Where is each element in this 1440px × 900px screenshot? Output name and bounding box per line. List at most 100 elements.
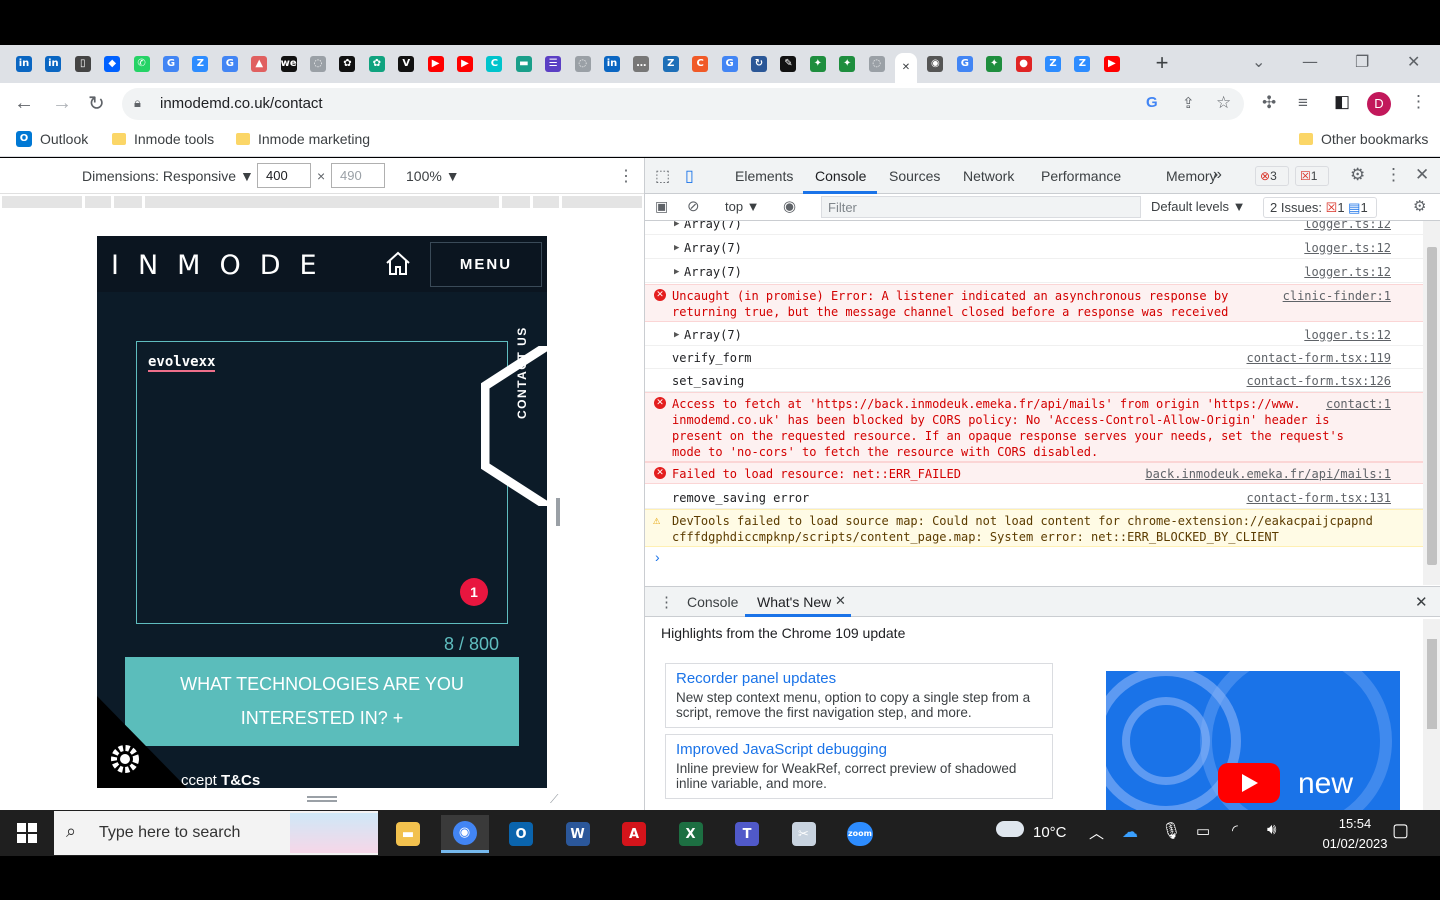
console-filter-input[interactable]: Filter [821, 196, 1141, 218]
log-levels-dropdown[interactable]: Default levels ▼ [1151, 199, 1246, 214]
whats-new-video-thumbnail[interactable]: new [1106, 671, 1400, 811]
browser-tab[interactable]: ◌ [307, 53, 329, 75]
console-log-row[interactable]: ▶ Array(7) logger.ts:12 [645, 221, 1423, 235]
browser-tab[interactable]: ✎ [777, 53, 799, 75]
browser-tab[interactable]: ✿ [336, 53, 358, 75]
browser-tab[interactable]: in [42, 53, 64, 75]
source-link[interactable]: contact:1 [1326, 396, 1391, 412]
browser-tab[interactable]: ◌ [572, 53, 594, 75]
browser-tab[interactable]: ↻ [748, 53, 770, 75]
weather-temp[interactable]: 10°C [1033, 824, 1067, 841]
browser-tab[interactable]: V [395, 53, 417, 75]
media-query-segment[interactable] [85, 196, 111, 208]
media-query-segment[interactable] [145, 196, 499, 208]
browser-tab[interactable]: ◉ [924, 53, 946, 75]
youtube-play-icon[interactable] [1218, 763, 1280, 803]
browser-tab[interactable]: … [630, 53, 652, 75]
profile-avatar[interactable]: D [1367, 92, 1391, 116]
browser-tab[interactable]: Z [660, 53, 682, 75]
expand-triangle-icon[interactable]: ▶ [674, 330, 679, 340]
console-log-row[interactable]: set_saving contact-form.tsx:126 [645, 370, 1423, 392]
source-link[interactable]: logger.ts:12 [1304, 240, 1391, 256]
battery-icon[interactable]: ▭ [1196, 822, 1210, 840]
console-warning-row[interactable]: ⚠ DevTools failed to load source map: Cou… [645, 509, 1423, 547]
browser-tab[interactable]: C [689, 53, 711, 75]
source-link[interactable]: logger.ts:12 [1304, 264, 1391, 280]
restore-button[interactable]: ❐ [1355, 52, 1369, 71]
back-icon[interactable]: ← [14, 92, 34, 115]
share-icon[interactable]: ⇪ [1182, 94, 1195, 112]
console-scrollbar[interactable] [1423, 221, 1440, 585]
close-window-button[interactable]: ✕ [1407, 52, 1420, 71]
cookie-settings-button[interactable] [97, 696, 187, 788]
whats-new-card[interactable]: Recorder panel updates New step context … [665, 663, 1053, 728]
console-prompt[interactable]: › [655, 549, 660, 565]
onedrive-icon[interactable]: ☁ [1122, 822, 1138, 842]
taskbar-clock[interactable]: 15:54 01/02/2023 [1320, 814, 1390, 854]
close-whats-new-icon[interactable]: ✕ [835, 593, 846, 609]
notification-badge[interactable]: 1 [460, 578, 488, 606]
browser-tab[interactable]: G [719, 53, 741, 75]
browser-tab[interactable]: ◌ [866, 53, 888, 75]
active-tab-close[interactable]: ✕ [895, 53, 917, 83]
taskbar-app[interactable]: zoom [836, 815, 884, 853]
taskbar-app[interactable]: ◉ [440, 815, 489, 853]
bookmark-folder-inmode-marketing[interactable]: Inmode marketing [236, 131, 370, 147]
source-link[interactable]: contact-form.tsx:126 [1247, 373, 1392, 389]
close-devtools-icon[interactable]: ✕ [1415, 165, 1429, 185]
taskbar-app[interactable]: O [497, 815, 545, 853]
browser-tab[interactable]: ▶ [454, 53, 476, 75]
windows-start-icon[interactable] [17, 823, 37, 843]
browser-tab[interactable]: ☰ [542, 53, 564, 75]
console-log-row[interactable]: verify_form contact-form.tsx:119 [645, 347, 1423, 369]
tab-network[interactable]: Network [963, 168, 1014, 184]
minimize-button[interactable]: — [1302, 52, 1318, 71]
volume-icon[interactable]: 🔊︎ [1267, 821, 1276, 838]
home-icon[interactable] [384, 249, 412, 277]
taskbar-app[interactable]: W [554, 815, 602, 853]
source-link[interactable]: logger.ts:12 [1304, 327, 1391, 343]
chrome-menu-icon[interactable]: ⋮ [1410, 92, 1427, 112]
browser-tab[interactable]: we [278, 53, 300, 75]
browser-tab[interactable]: Z [189, 53, 211, 75]
notifications-icon[interactable]: ▢ [1392, 820, 1409, 841]
dimensions-dropdown[interactable]: Dimensions: Responsive ▼ [82, 168, 254, 184]
reading-list-icon[interactable]: ≡ [1298, 93, 1308, 113]
bookmark-folder-inmode-tools[interactable]: Inmode tools [112, 131, 214, 147]
expand-triangle-icon[interactable]: ▶ [674, 243, 679, 253]
media-query-segment[interactable] [562, 196, 642, 208]
terms-link[interactable]: T&Cs [221, 772, 260, 788]
side-panel-icon[interactable]: ◧ [1334, 92, 1350, 112]
extensions-icon[interactable]: ✣ [1262, 93, 1276, 113]
resize-handle-bottom[interactable] [307, 796, 337, 802]
resize-handle-right[interactable] [556, 498, 560, 526]
browser-tab[interactable]: ▬ [513, 53, 535, 75]
clear-console-icon[interactable]: ⊘ [687, 197, 700, 215]
browser-tab[interactable]: ▶ [1101, 53, 1123, 75]
taskbar-app[interactable]: A [610, 815, 658, 853]
resize-corner-icon[interactable]: ⟋ [550, 792, 558, 807]
browser-tab[interactable]: ▶ [425, 53, 447, 75]
microphone-icon[interactable]: 🎙︎ [1161, 821, 1181, 841]
issue-counter[interactable]: ☒1 [1295, 166, 1329, 186]
taskbar-app[interactable]: X [667, 815, 715, 853]
settings-gear-icon[interactable]: ⚙ [1350, 165, 1365, 185]
browser-tab[interactable]: G [954, 53, 976, 75]
bookmark-outlook[interactable]: O Outlook [16, 131, 88, 147]
expand-triangle-icon[interactable]: ▶ [674, 221, 679, 229]
inspect-element-icon[interactable]: ⬚ [655, 166, 670, 186]
google-translate-icon[interactable]: G [1146, 94, 1158, 111]
console-log-row[interactable]: ▶ Array(7) logger.ts:12 [645, 237, 1423, 259]
browser-tab[interactable]: G [219, 53, 241, 75]
tab-sources[interactable]: Sources [889, 168, 940, 184]
bookmark-star-icon[interactable]: ☆ [1216, 93, 1231, 113]
taskbar-app[interactable]: ▬ [384, 815, 432, 853]
expand-triangle-icon[interactable]: ▶ [674, 267, 679, 277]
console-log-row[interactable]: ▶ Array(7) logger.ts:12 [645, 324, 1423, 346]
drawer-tab-console[interactable]: Console [687, 594, 738, 610]
issues-button[interactable]: 2 Issues: ☒1 ▤1 [1263, 197, 1377, 218]
tab-elements[interactable]: Elements [735, 168, 793, 184]
context-selector[interactable]: top ▼ [725, 199, 760, 214]
device-toggle-icon[interactable]: ▯ [685, 166, 694, 186]
browser-tab[interactable]: in [13, 53, 35, 75]
